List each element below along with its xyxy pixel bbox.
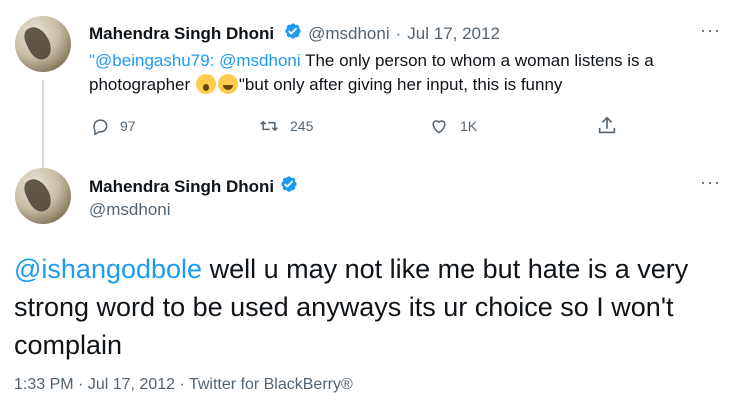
share-button[interactable] xyxy=(596,115,618,137)
heart-icon xyxy=(428,116,450,136)
author-handle[interactable]: @msdhoni xyxy=(89,200,171,220)
author-name[interactable]: Mahendra Singh Dhoni xyxy=(89,177,274,197)
tweet-text: "@beingashu79: @msdhoni The only person … xyxy=(89,49,729,97)
avatar[interactable] xyxy=(15,16,71,72)
thread-connector-line xyxy=(42,80,44,168)
tweet-header: Mahendra Singh Dhoni xyxy=(89,175,298,198)
like-count: 1K xyxy=(460,118,478,134)
separator: · xyxy=(179,376,185,393)
more-options-icon[interactable]: ··· xyxy=(700,172,721,193)
more-options-icon[interactable]: ··· xyxy=(700,20,721,41)
reply-icon xyxy=(90,116,110,136)
mention-link[interactable]: @msdhoni xyxy=(219,51,301,70)
grinning-face-emoji-icon xyxy=(217,74,238,94)
face-screaming-emoji-icon xyxy=(195,74,216,94)
retweet-count: 245 xyxy=(290,118,314,134)
tweet-text-part: photographer xyxy=(89,75,195,94)
mention-link[interactable]: @beingashu79: xyxy=(95,51,214,70)
tweet-header: Mahendra Singh Dhoni @msdhoni · Jul 17, … xyxy=(89,22,500,45)
like-button[interactable]: 1K xyxy=(428,116,477,136)
avatar[interactable] xyxy=(15,168,71,224)
author-name[interactable]: Mahendra Singh Dhoni xyxy=(89,24,274,44)
separator: · xyxy=(78,376,84,393)
reply-button[interactable]: 97 xyxy=(90,116,136,136)
tweet-text-part: The only person to whom a woman listens … xyxy=(300,51,654,70)
tweet-text-part: "but only after giving her input, this i… xyxy=(238,75,563,94)
tweet-source[interactable]: Twitter for BlackBerry® xyxy=(189,376,353,393)
share-icon xyxy=(596,115,618,137)
separator: · xyxy=(395,23,402,43)
tweet-text: @ishangodbole well u may not like me but… xyxy=(14,250,714,364)
tweet-date[interactable]: Jul 17, 2012 xyxy=(88,376,175,393)
author-handle[interactable]: @msdhoni xyxy=(308,24,390,44)
mention-link[interactable]: @ishangodbole xyxy=(14,254,202,284)
retweet-icon xyxy=(258,116,280,136)
tweet-metadata: 1:33 PM · Jul 17, 2012 · Twitter for Bla… xyxy=(14,376,353,394)
tweet-date[interactable]: Jul 17, 2012 xyxy=(407,24,500,44)
retweet-button[interactable]: 245 xyxy=(258,116,313,136)
verified-badge-icon xyxy=(280,175,298,198)
reply-count: 97 xyxy=(120,118,136,134)
verified-badge-icon xyxy=(284,22,302,45)
tweet-time[interactable]: 1:33 PM xyxy=(14,376,74,393)
